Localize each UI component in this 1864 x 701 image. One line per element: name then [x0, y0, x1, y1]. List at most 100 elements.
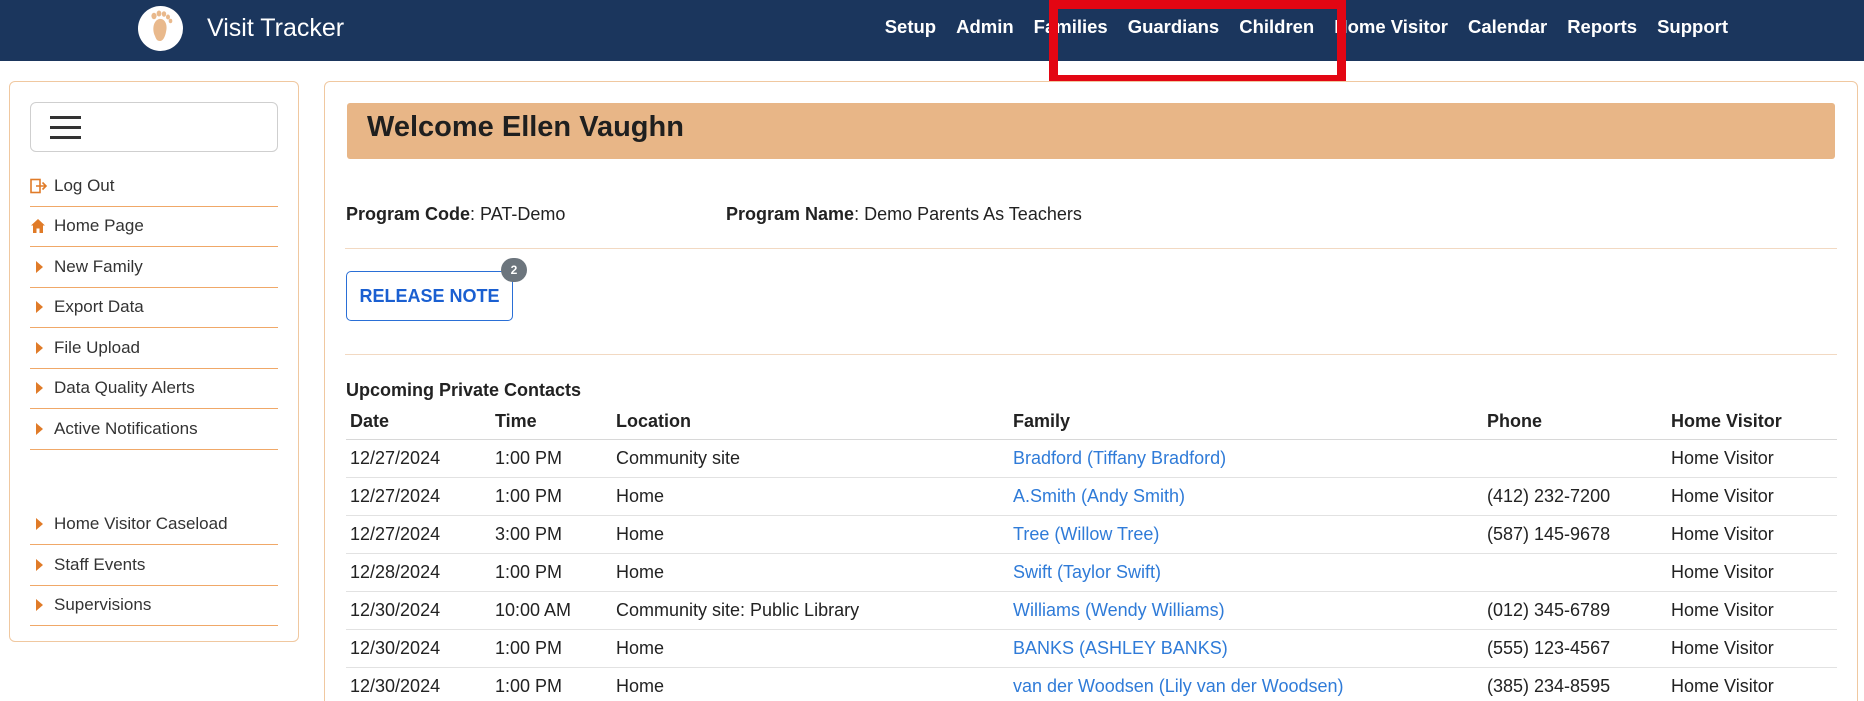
sidebar-item-label: Home Page	[54, 216, 144, 236]
sidebar-item-supervisions[interactable]: Supervisions	[30, 586, 278, 626]
table-row: 12/27/2024 3:00 PM Home Tree (Willow Tre…	[346, 516, 1837, 554]
nav-setup[interactable]: Setup	[885, 16, 936, 38]
app-title[interactable]: Visit Tracker	[207, 14, 344, 43]
cell-home-visitor: Home Visitor	[1671, 676, 1774, 696]
contacts-table: Date Time Location Family Phone Home Vis…	[346, 403, 1837, 701]
table-header-row: Date Time Location Family Phone Home Vis…	[346, 403, 1837, 440]
caret-right-icon	[30, 422, 54, 435]
cell-date: 12/30/2024	[350, 676, 441, 696]
sidebar-item-file-upload[interactable]: File Upload	[30, 328, 278, 369]
table-row: 12/30/2024 10:00 AM Community site: Publ…	[346, 592, 1837, 630]
nav-support[interactable]: Support	[1657, 16, 1728, 38]
sidebar-item-label: Export Data	[54, 297, 144, 317]
cell-phone: (385) 234-8595	[1487, 676, 1611, 696]
caret-right-icon	[30, 558, 54, 571]
cell-time: 1:00 PM	[495, 638, 563, 658]
page-title: Welcome Ellen Vaughn	[367, 111, 684, 143]
cell-time: 1:00 PM	[495, 676, 563, 696]
sidebar-item-label: New Family	[54, 256, 143, 276]
sidebar: Log Out Home Page New Family Export Data…	[9, 81, 299, 642]
divider	[345, 248, 1837, 249]
cell-time: 1:00 PM	[495, 562, 563, 582]
nav-calendar[interactable]: Calendar	[1468, 16, 1547, 38]
family-link[interactable]: van der Woodsen (Lily van der Woodsen)	[1013, 676, 1344, 697]
family-link[interactable]: Swift (Taylor Swift)	[1013, 562, 1161, 583]
home-icon	[30, 218, 54, 234]
sidebar-item-log-out[interactable]: Log Out	[30, 166, 278, 207]
sidebar-item-active-notifications[interactable]: Active Notifications	[30, 409, 278, 450]
nav-reports[interactable]: Reports	[1567, 16, 1637, 38]
cell-home-visitor: Home Visitor	[1671, 486, 1774, 506]
cell-time: 1:00 PM	[495, 448, 563, 468]
sidebar-item-export-data[interactable]: Export Data	[30, 288, 278, 328]
caret-right-icon	[30, 260, 54, 273]
caret-right-icon	[30, 382, 54, 395]
footprint-logo-icon[interactable]	[138, 6, 183, 51]
cell-home-visitor: Home Visitor	[1671, 638, 1774, 658]
cell-time: 10:00 AM	[495, 600, 572, 620]
top-navbar: Visit Tracker Setup Admin Families Guard…	[0, 0, 1864, 61]
hamburger-bar	[50, 126, 81, 129]
divider	[345, 354, 1837, 355]
sidebar-item-data-quality-alerts[interactable]: Data Quality Alerts	[30, 369, 278, 409]
column-header-home-visitor[interactable]: Home Visitor	[1671, 411, 1782, 432]
section-title: Upcoming Private Contacts	[346, 380, 582, 400]
program-name-value: : Demo Parents As Teachers	[854, 204, 1082, 224]
cell-location: Community site	[616, 448, 741, 468]
cell-date: 12/30/2024	[350, 600, 441, 620]
column-header-location[interactable]: Location	[616, 411, 691, 432]
caret-right-icon	[30, 518, 54, 531]
cell-home-visitor: Home Visitor	[1671, 600, 1774, 620]
sidebar-item-label: File Upload	[54, 337, 140, 357]
sidebar-item-label: Staff Events	[54, 554, 146, 574]
column-header-phone[interactable]: Phone	[1487, 411, 1542, 432]
cell-date: 12/27/2024	[350, 486, 441, 506]
sidebar-item-home-page[interactable]: Home Page	[30, 207, 278, 247]
cell-location: Community site: Public Library	[616, 600, 860, 620]
cell-location: Home	[616, 486, 665, 506]
family-link[interactable]: Tree (Willow Tree)	[1013, 524, 1159, 545]
family-link[interactable]: A.Smith (Andy Smith)	[1013, 486, 1185, 507]
program-code-value: : PAT-Demo	[470, 204, 566, 224]
caret-right-icon	[30, 341, 54, 354]
cell-time: 1:00 PM	[495, 486, 563, 506]
nav-home-visitor[interactable]: Home Visitor	[1334, 16, 1448, 38]
logout-icon	[30, 178, 54, 194]
hamburger-bar	[50, 116, 81, 119]
cell-time: 3:00 PM	[495, 524, 563, 544]
sidebar-item-home-visitor-caseload[interactable]: Home Visitor Caseload	[30, 505, 278, 545]
sidebar-item-label: Log Out	[54, 175, 115, 195]
column-header-date[interactable]: Date	[350, 411, 389, 432]
cell-phone: (412) 232-7200	[1487, 486, 1611, 506]
cell-date: 12/27/2024	[350, 448, 441, 468]
cell-phone: (012) 345-6789	[1487, 600, 1611, 620]
welcome-banner: Welcome Ellen Vaughn	[347, 103, 1835, 159]
family-link[interactable]: BANKS (ASHLEY BANKS)	[1013, 638, 1228, 659]
cell-location: Home	[616, 638, 665, 658]
release-note-button[interactable]: RELEASE NOTE	[346, 271, 513, 321]
sidebar-item-new-family[interactable]: New Family	[30, 247, 278, 288]
program-code: Program Code: PAT-Demo	[346, 204, 565, 225]
hamburger-menu-button[interactable]	[30, 102, 278, 152]
table-row: 12/28/2024 1:00 PM Home Swift (Taylor Sw…	[346, 554, 1837, 592]
column-header-time[interactable]: Time	[495, 411, 537, 432]
sidebar-item-staff-events[interactable]: Staff Events	[30, 545, 278, 586]
cell-date: 12/28/2024	[350, 562, 441, 582]
sidebar-menu: Log Out Home Page New Family Export Data…	[30, 166, 278, 626]
table-row: 12/30/2024 1:00 PM Home van der Woodsen …	[346, 668, 1837, 701]
family-link[interactable]: Bradford (Tiffany Bradford)	[1013, 448, 1226, 469]
table-row: 12/30/2024 1:00 PM Home BANKS (ASHLEY BA…	[346, 630, 1837, 668]
program-name: Program Name: Demo Parents As Teachers	[726, 204, 1082, 225]
nav-admin[interactable]: Admin	[956, 16, 1014, 38]
main-content: Welcome Ellen Vaughn Program Code: PAT-D…	[324, 81, 1858, 701]
sidebar-item-label: Active Notifications	[54, 418, 198, 438]
cell-home-visitor: Home Visitor	[1671, 524, 1774, 544]
cell-location: Home	[616, 524, 665, 544]
cell-date: 12/27/2024	[350, 524, 441, 544]
caret-right-icon	[30, 599, 54, 612]
cell-phone: (555) 123-4567	[1487, 638, 1611, 658]
column-header-family[interactable]: Family	[1013, 411, 1070, 432]
caret-right-icon	[30, 301, 54, 314]
family-link[interactable]: Williams (Wendy Williams)	[1013, 600, 1225, 621]
